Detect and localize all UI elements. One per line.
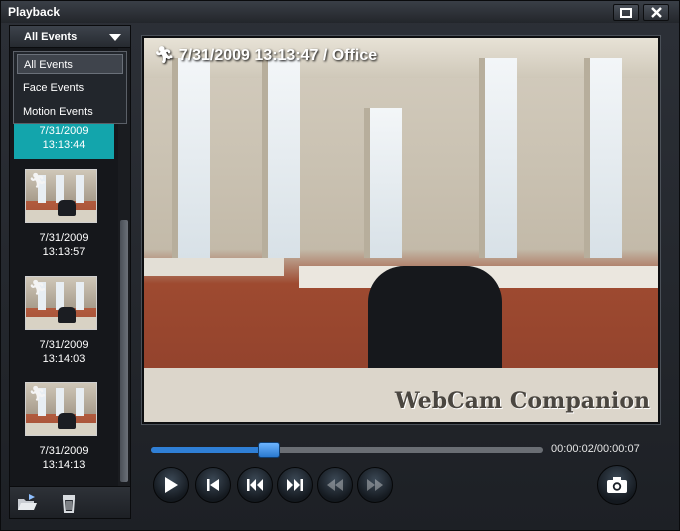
next-event-button[interactable]	[277, 467, 313, 503]
event-filter-value: All Events	[24, 31, 78, 43]
next-icon	[287, 479, 303, 491]
title-bar[interactable]: Playback	[1, 1, 679, 23]
maximize-button[interactable]	[613, 4, 639, 21]
skip-to-start-icon	[207, 479, 219, 491]
seek-bar-progress	[151, 447, 269, 453]
event-item[interactable]: 🏃︎ 7/31/2009 13:14:13	[14, 380, 114, 478]
playback-controls: 00:00:02/00:00:07	[141, 431, 661, 519]
sidebar-toolbar	[10, 486, 130, 518]
event-date: 7/31/2009	[39, 125, 89, 137]
rewind-icon	[327, 479, 343, 491]
event-date: 7/31/2009	[39, 445, 89, 457]
event-date: 7/31/2009	[39, 339, 89, 351]
event-item[interactable]: 7/31/2009 13:13:44	[14, 121, 114, 159]
overlay-text: 7/31/2009 13:13:47 / Office	[178, 47, 378, 64]
previous-icon	[247, 479, 263, 491]
trash-icon	[62, 495, 76, 513]
snapshot-button[interactable]	[597, 465, 637, 505]
event-thumbnail: 🏃︎	[25, 276, 97, 330]
event-thumbnail: 🏃︎	[25, 382, 97, 436]
video-panel: 🏃︎ 7/31/2009 13:13:47 / Office WebCam Co…	[141, 35, 661, 425]
delete-button[interactable]	[58, 492, 80, 514]
event-thumbnail: 🏃︎	[25, 169, 97, 223]
folder-open-icon	[18, 494, 37, 510]
video-timestamp-overlay: 🏃︎ 7/31/2009 13:13:47 / Office	[154, 45, 377, 65]
event-time: 13:14:13	[42, 459, 86, 471]
fast-forward-button[interactable]	[357, 467, 393, 503]
watermark: WebCam Companion	[394, 388, 650, 414]
previous-event-button[interactable]	[237, 467, 273, 503]
seek-bar[interactable]	[151, 442, 543, 458]
maximize-icon	[620, 7, 632, 18]
close-icon	[650, 7, 662, 18]
camera-icon	[607, 477, 627, 493]
event-date: 7/31/2009	[39, 232, 89, 244]
menu-item-motion-events[interactable]: Motion Events	[17, 102, 123, 122]
window-title: Playback	[8, 5, 61, 19]
time-readout: 00:00:02/00:00:07	[551, 443, 640, 455]
menu-item-face-events[interactable]: Face Events	[17, 78, 123, 98]
motion-icon: 🏃︎	[29, 279, 47, 295]
fast-forward-icon	[367, 479, 383, 491]
event-filter-menu: All Events Face Events Motion Events	[13, 51, 127, 124]
scrollbar-thumb[interactable]	[120, 220, 128, 482]
menu-item-all-events[interactable]: All Events	[17, 54, 123, 74]
video-frame[interactable]: 🏃︎ 7/31/2009 13:13:47 / Office WebCam Co…	[144, 38, 658, 422]
rewind-button[interactable]	[317, 467, 353, 503]
event-item[interactable]: 🏃︎ 7/31/2009 13:14:03	[14, 274, 114, 372]
play-button[interactable]	[153, 467, 189, 503]
playback-window: Playback All Events 7/31/2009 13:13:44 🏃…	[0, 0, 680, 531]
close-button[interactable]	[643, 4, 669, 21]
open-folder-button[interactable]	[16, 492, 38, 514]
chevron-down-icon	[109, 34, 121, 41]
first-frame-button[interactable]	[195, 467, 231, 503]
event-time: 13:13:44	[42, 139, 86, 151]
event-time: 13:14:03	[42, 353, 86, 365]
motion-icon: 🏃︎	[29, 172, 47, 188]
motion-icon: 🏃︎	[154, 47, 175, 64]
event-time: 13:13:57	[42, 246, 86, 258]
play-icon	[165, 477, 178, 493]
event-item[interactable]: 🏃︎ 7/31/2009 13:13:57	[14, 167, 114, 265]
event-filter-dropdown[interactable]: All Events	[10, 26, 130, 48]
seek-handle[interactable]	[257, 442, 280, 458]
motion-icon: 🏃︎	[29, 385, 47, 401]
